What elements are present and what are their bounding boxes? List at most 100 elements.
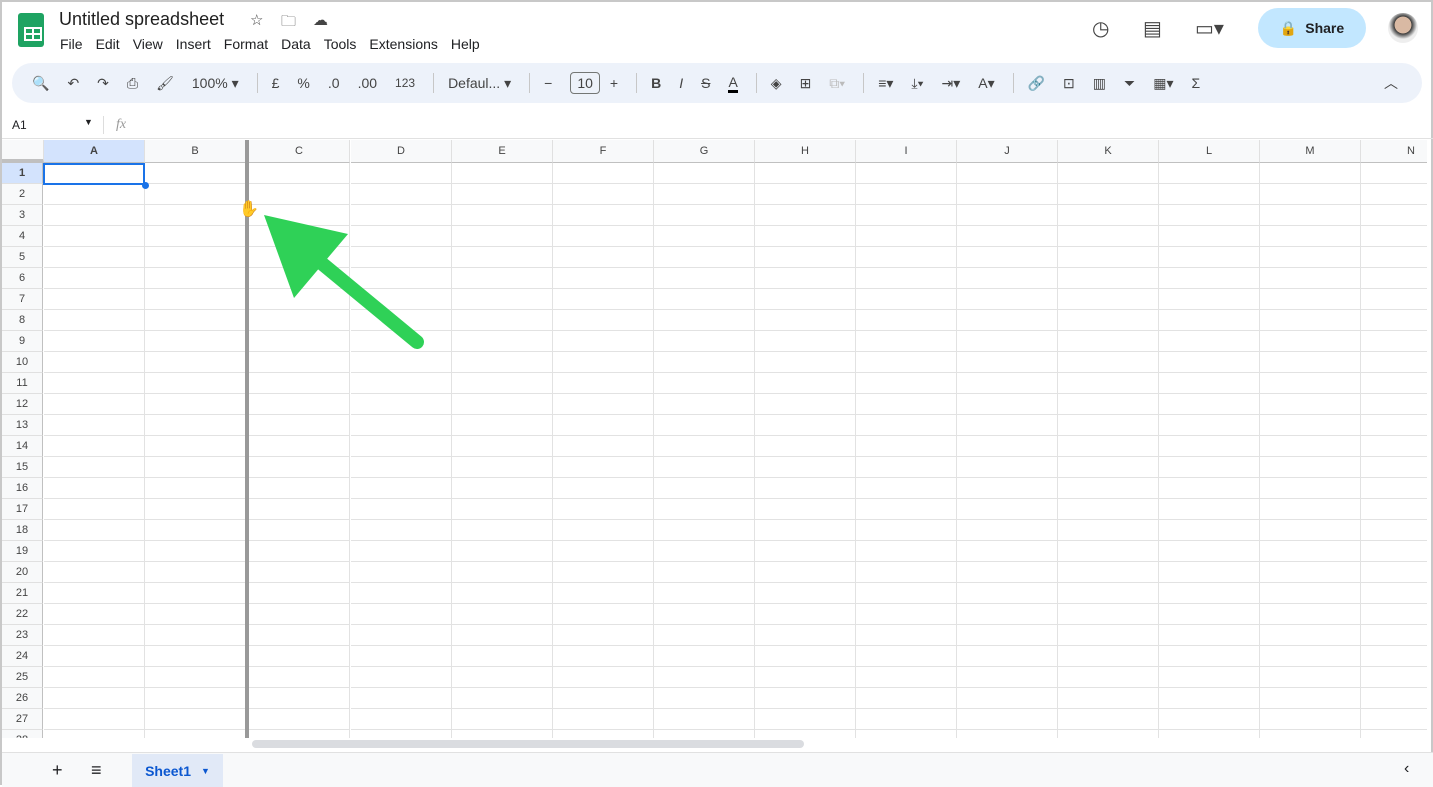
document-title[interactable]: Untitled spreadsheet [59,9,224,30]
cell[interactable] [654,688,755,709]
cell[interactable] [553,562,654,583]
cell[interactable] [351,541,452,562]
cell[interactable] [1260,625,1361,646]
cell[interactable] [351,709,452,730]
cell[interactable] [1058,499,1159,520]
cell[interactable] [1361,583,1427,604]
print-icon[interactable]: ⎙ [127,75,138,92]
sheet-tab-dropdown-icon[interactable]: ▼ [201,766,210,776]
cell[interactable] [1260,163,1361,184]
cell[interactable] [145,184,246,205]
cell[interactable] [654,289,755,310]
cell[interactable] [1159,646,1260,667]
cell[interactable] [755,268,856,289]
cell[interactable] [856,562,957,583]
cell[interactable] [452,604,553,625]
cell[interactable] [755,646,856,667]
cell[interactable] [755,730,856,738]
cell[interactable] [654,604,755,625]
cell[interactable] [249,163,350,184]
formula-input[interactable] [142,114,1422,136]
add-sheet-icon[interactable]: + [52,760,63,781]
cell[interactable] [957,310,1058,331]
cell[interactable] [145,541,246,562]
cell[interactable] [249,352,350,373]
cell[interactable] [1260,478,1361,499]
cell[interactable] [856,331,957,352]
cell[interactable] [452,730,553,738]
cell[interactable] [351,289,452,310]
cell[interactable] [1058,184,1159,205]
cell[interactable] [44,289,145,310]
cell[interactable] [755,352,856,373]
cell[interactable] [654,667,755,688]
cell[interactable] [856,499,957,520]
cell[interactable] [1058,730,1159,738]
cell[interactable] [856,625,957,646]
font-size-input[interactable]: 10 [570,72,600,94]
cell[interactable] [957,457,1058,478]
column-header-G[interactable]: G [654,140,755,163]
cell[interactable] [654,205,755,226]
cell[interactable] [145,709,246,730]
cell[interactable] [145,478,246,499]
cell[interactable] [452,667,553,688]
cell[interactable] [351,247,452,268]
strikethrough-icon[interactable]: S [701,75,710,91]
cell[interactable] [755,541,856,562]
menu-edit[interactable]: Edit [96,36,120,52]
column-header-H[interactable]: H [755,140,856,163]
search-icon[interactable]: 🔍 [32,75,49,92]
cell[interactable] [249,604,350,625]
cell[interactable] [856,373,957,394]
cell[interactable] [44,583,145,604]
cell[interactable] [145,436,246,457]
cell[interactable] [44,562,145,583]
cell[interactable] [452,268,553,289]
comments-icon[interactable]: ▤ [1143,16,1162,41]
cell[interactable] [1260,457,1361,478]
menu-extensions[interactable]: Extensions [369,36,437,52]
cell[interactable] [553,709,654,730]
cell[interactable] [1058,709,1159,730]
cell[interactable] [1159,583,1260,604]
cell[interactable] [1159,709,1260,730]
cell[interactable] [957,352,1058,373]
cell[interactable] [1361,268,1427,289]
column-header-B[interactable]: B [145,140,246,163]
cell[interactable] [44,247,145,268]
cell[interactable] [452,289,553,310]
cell[interactable] [452,562,553,583]
cell[interactable] [553,604,654,625]
cell[interactable] [553,415,654,436]
cell[interactable] [1361,499,1427,520]
chart-icon[interactable]: ▥ [1093,75,1106,92]
cell[interactable] [553,184,654,205]
cell[interactable] [1058,268,1159,289]
cell[interactable] [755,667,856,688]
cell[interactable] [452,709,553,730]
cell[interactable] [856,709,957,730]
cell[interactable] [1058,373,1159,394]
cell[interactable] [44,352,145,373]
cell[interactable] [856,310,957,331]
cell[interactable] [856,289,957,310]
cloud-saved-icon[interactable]: ☁ [313,11,328,29]
cell[interactable] [553,373,654,394]
cell[interactable] [44,541,145,562]
cell[interactable] [1260,184,1361,205]
cell[interactable] [1361,163,1427,184]
cell[interactable] [1260,268,1361,289]
cell[interactable] [249,226,350,247]
cell[interactable] [1058,436,1159,457]
cell[interactable] [654,331,755,352]
cell[interactable] [145,163,246,184]
cell[interactable] [351,562,452,583]
cell[interactable] [755,478,856,499]
cell[interactable] [755,373,856,394]
cell[interactable] [452,226,553,247]
cell[interactable] [856,352,957,373]
cell[interactable] [553,247,654,268]
cell[interactable] [654,310,755,331]
cell[interactable] [856,646,957,667]
